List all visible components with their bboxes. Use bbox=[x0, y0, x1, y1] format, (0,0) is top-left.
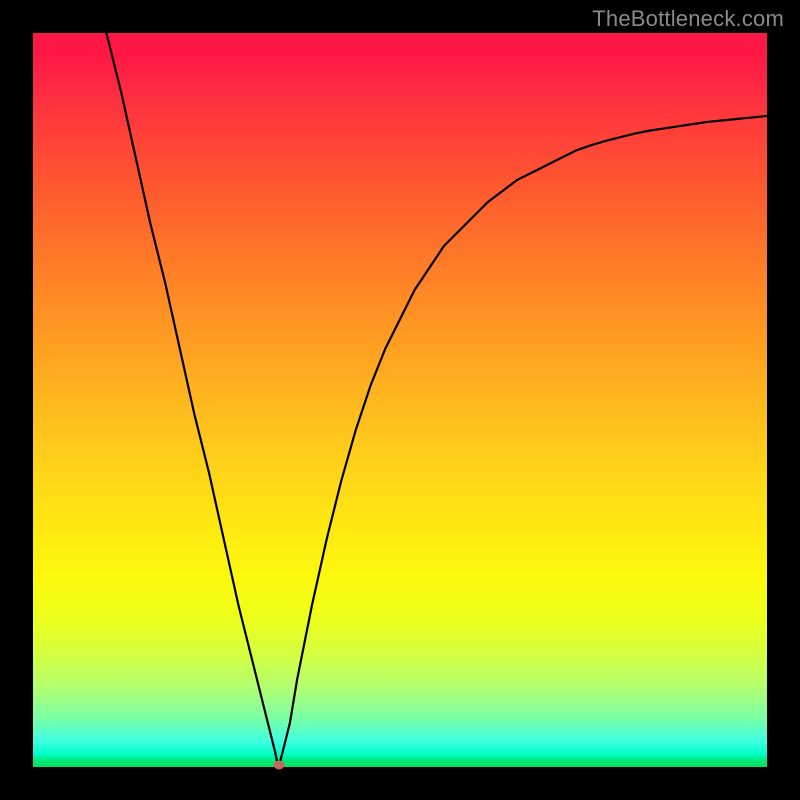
min-point-marker bbox=[273, 760, 284, 769]
bottleneck-curve bbox=[33, 33, 767, 767]
chart-frame: TheBottleneck.com bbox=[0, 0, 800, 800]
plot-area bbox=[33, 33, 767, 767]
watermark-text: TheBottleneck.com bbox=[592, 6, 784, 32]
